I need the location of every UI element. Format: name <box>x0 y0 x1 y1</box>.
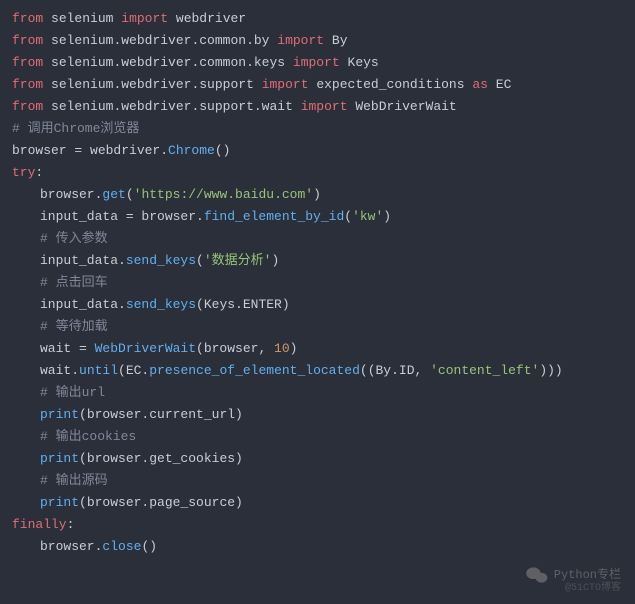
args: (browser, <box>196 341 274 356</box>
comment: # 传入参数 <box>12 228 623 250</box>
code-line: wait = WebDriverWait(browser, 10) <box>12 338 623 360</box>
module: selenium.webdriver.common.by <box>51 33 269 48</box>
paren: ( <box>344 209 352 224</box>
paren: ) <box>271 253 279 268</box>
code-line: input_data.send_keys('数据分析') <box>12 250 623 272</box>
paren: ) <box>290 341 298 356</box>
parens: () <box>141 539 157 554</box>
function-call: presence_of_element_located <box>149 363 360 378</box>
string: 'content_left' <box>430 363 539 378</box>
code-line: print(browser.get_cookies) <box>12 448 623 470</box>
sub-watermark: @51CTO博客 <box>565 578 621 600</box>
comment: # 输出url <box>12 382 623 404</box>
function-call: send_keys <box>126 297 196 312</box>
wechat-icon <box>526 566 548 584</box>
function-call: close <box>102 539 141 554</box>
paren: ( <box>196 253 204 268</box>
args: (Keys.ENTER) <box>196 297 290 312</box>
expression: browser = webdriver. <box>12 143 168 158</box>
colon: : <box>35 165 43 180</box>
expression: browser. <box>40 539 102 554</box>
comment: # 点击回车 <box>12 272 623 294</box>
args: (EC. <box>118 363 149 378</box>
module: selenium.webdriver.support.wait <box>51 99 293 114</box>
string: 'https://www.baidu.com' <box>134 187 313 202</box>
keyword-import: import <box>301 99 348 114</box>
code-line: from selenium.webdriver.support import e… <box>12 74 623 96</box>
expression: input_data. <box>40 253 126 268</box>
keyword-from: from <box>12 55 43 70</box>
args: ((By.ID, <box>360 363 430 378</box>
identifier: WebDriverWait <box>355 99 456 114</box>
function-call: find_element_by_id <box>204 209 344 224</box>
code-line: print(browser.page_source) <box>12 492 623 514</box>
keyword-from: from <box>12 99 43 114</box>
args: (browser.get_cookies) <box>79 451 243 466</box>
code-line: browser.get('https://www.baidu.com') <box>12 184 623 206</box>
function-call: WebDriverWait <box>95 341 196 356</box>
code-line: browser = webdriver.Chrome() <box>12 140 623 162</box>
identifier: Keys <box>348 55 379 70</box>
string: '数据分析' <box>204 253 272 268</box>
keyword-from: from <box>12 11 43 26</box>
function-call: print <box>40 451 79 466</box>
code-line: try: <box>12 162 623 184</box>
args: (browser.current_url) <box>79 407 243 422</box>
expression: browser. <box>40 187 102 202</box>
function-call: Chrome <box>168 143 215 158</box>
paren: ))) <box>539 363 562 378</box>
code-line: wait.until(EC.presence_of_element_locate… <box>12 360 623 382</box>
comment: # 输出源码 <box>12 470 623 492</box>
code-line: from selenium import webdriver <box>12 8 623 30</box>
code-line: input_data.send_keys(Keys.ENTER) <box>12 294 623 316</box>
keyword-import: import <box>293 55 340 70</box>
comment: # 调用Chrome浏览器 <box>12 118 623 140</box>
keyword-from: from <box>12 77 43 92</box>
identifier: webdriver <box>176 11 246 26</box>
number: 10 <box>274 341 290 356</box>
paren: ( <box>126 187 134 202</box>
colon: : <box>67 517 75 532</box>
code-line: browser.close() <box>12 536 623 558</box>
code-line: from selenium.webdriver.common.keys impo… <box>12 52 623 74</box>
keyword-try: try <box>12 165 35 180</box>
keyword-import: import <box>262 77 309 92</box>
module: selenium.webdriver.common.keys <box>51 55 285 70</box>
code-line: from selenium.webdriver.support.wait imp… <box>12 96 623 118</box>
identifier: EC <box>496 77 512 92</box>
expression: wait. <box>40 363 79 378</box>
parens: () <box>215 143 231 158</box>
keyword-finally: finally <box>12 517 67 532</box>
args: (browser.page_source) <box>79 495 243 510</box>
module: selenium <box>51 11 113 26</box>
expression: input_data = browser. <box>40 209 204 224</box>
code-line: input_data = browser.find_element_by_id(… <box>12 206 623 228</box>
code-line: finally: <box>12 514 623 536</box>
function-call: get <box>102 187 125 202</box>
code-line: print(browser.current_url) <box>12 404 623 426</box>
identifier: expected_conditions <box>316 77 464 92</box>
string: 'kw' <box>352 209 383 224</box>
paren: ) <box>313 187 321 202</box>
function-call: print <box>40 495 79 510</box>
keyword-from: from <box>12 33 43 48</box>
module: selenium.webdriver.support <box>51 77 254 92</box>
keyword-import: import <box>121 11 168 26</box>
identifier: By <box>332 33 348 48</box>
expression: input_data. <box>40 297 126 312</box>
keyword-import: import <box>277 33 324 48</box>
keyword-as: as <box>472 77 488 92</box>
function-call: print <box>40 407 79 422</box>
function-call: until <box>79 363 118 378</box>
expression: wait = <box>40 341 95 356</box>
paren: ) <box>383 209 391 224</box>
comment: # 输出cookies <box>12 426 623 448</box>
comment: # 等待加载 <box>12 316 623 338</box>
code-line: from selenium.webdriver.common.by import… <box>12 30 623 52</box>
function-call: send_keys <box>126 253 196 268</box>
code-block: from selenium import webdriver from sele… <box>12 8 623 558</box>
